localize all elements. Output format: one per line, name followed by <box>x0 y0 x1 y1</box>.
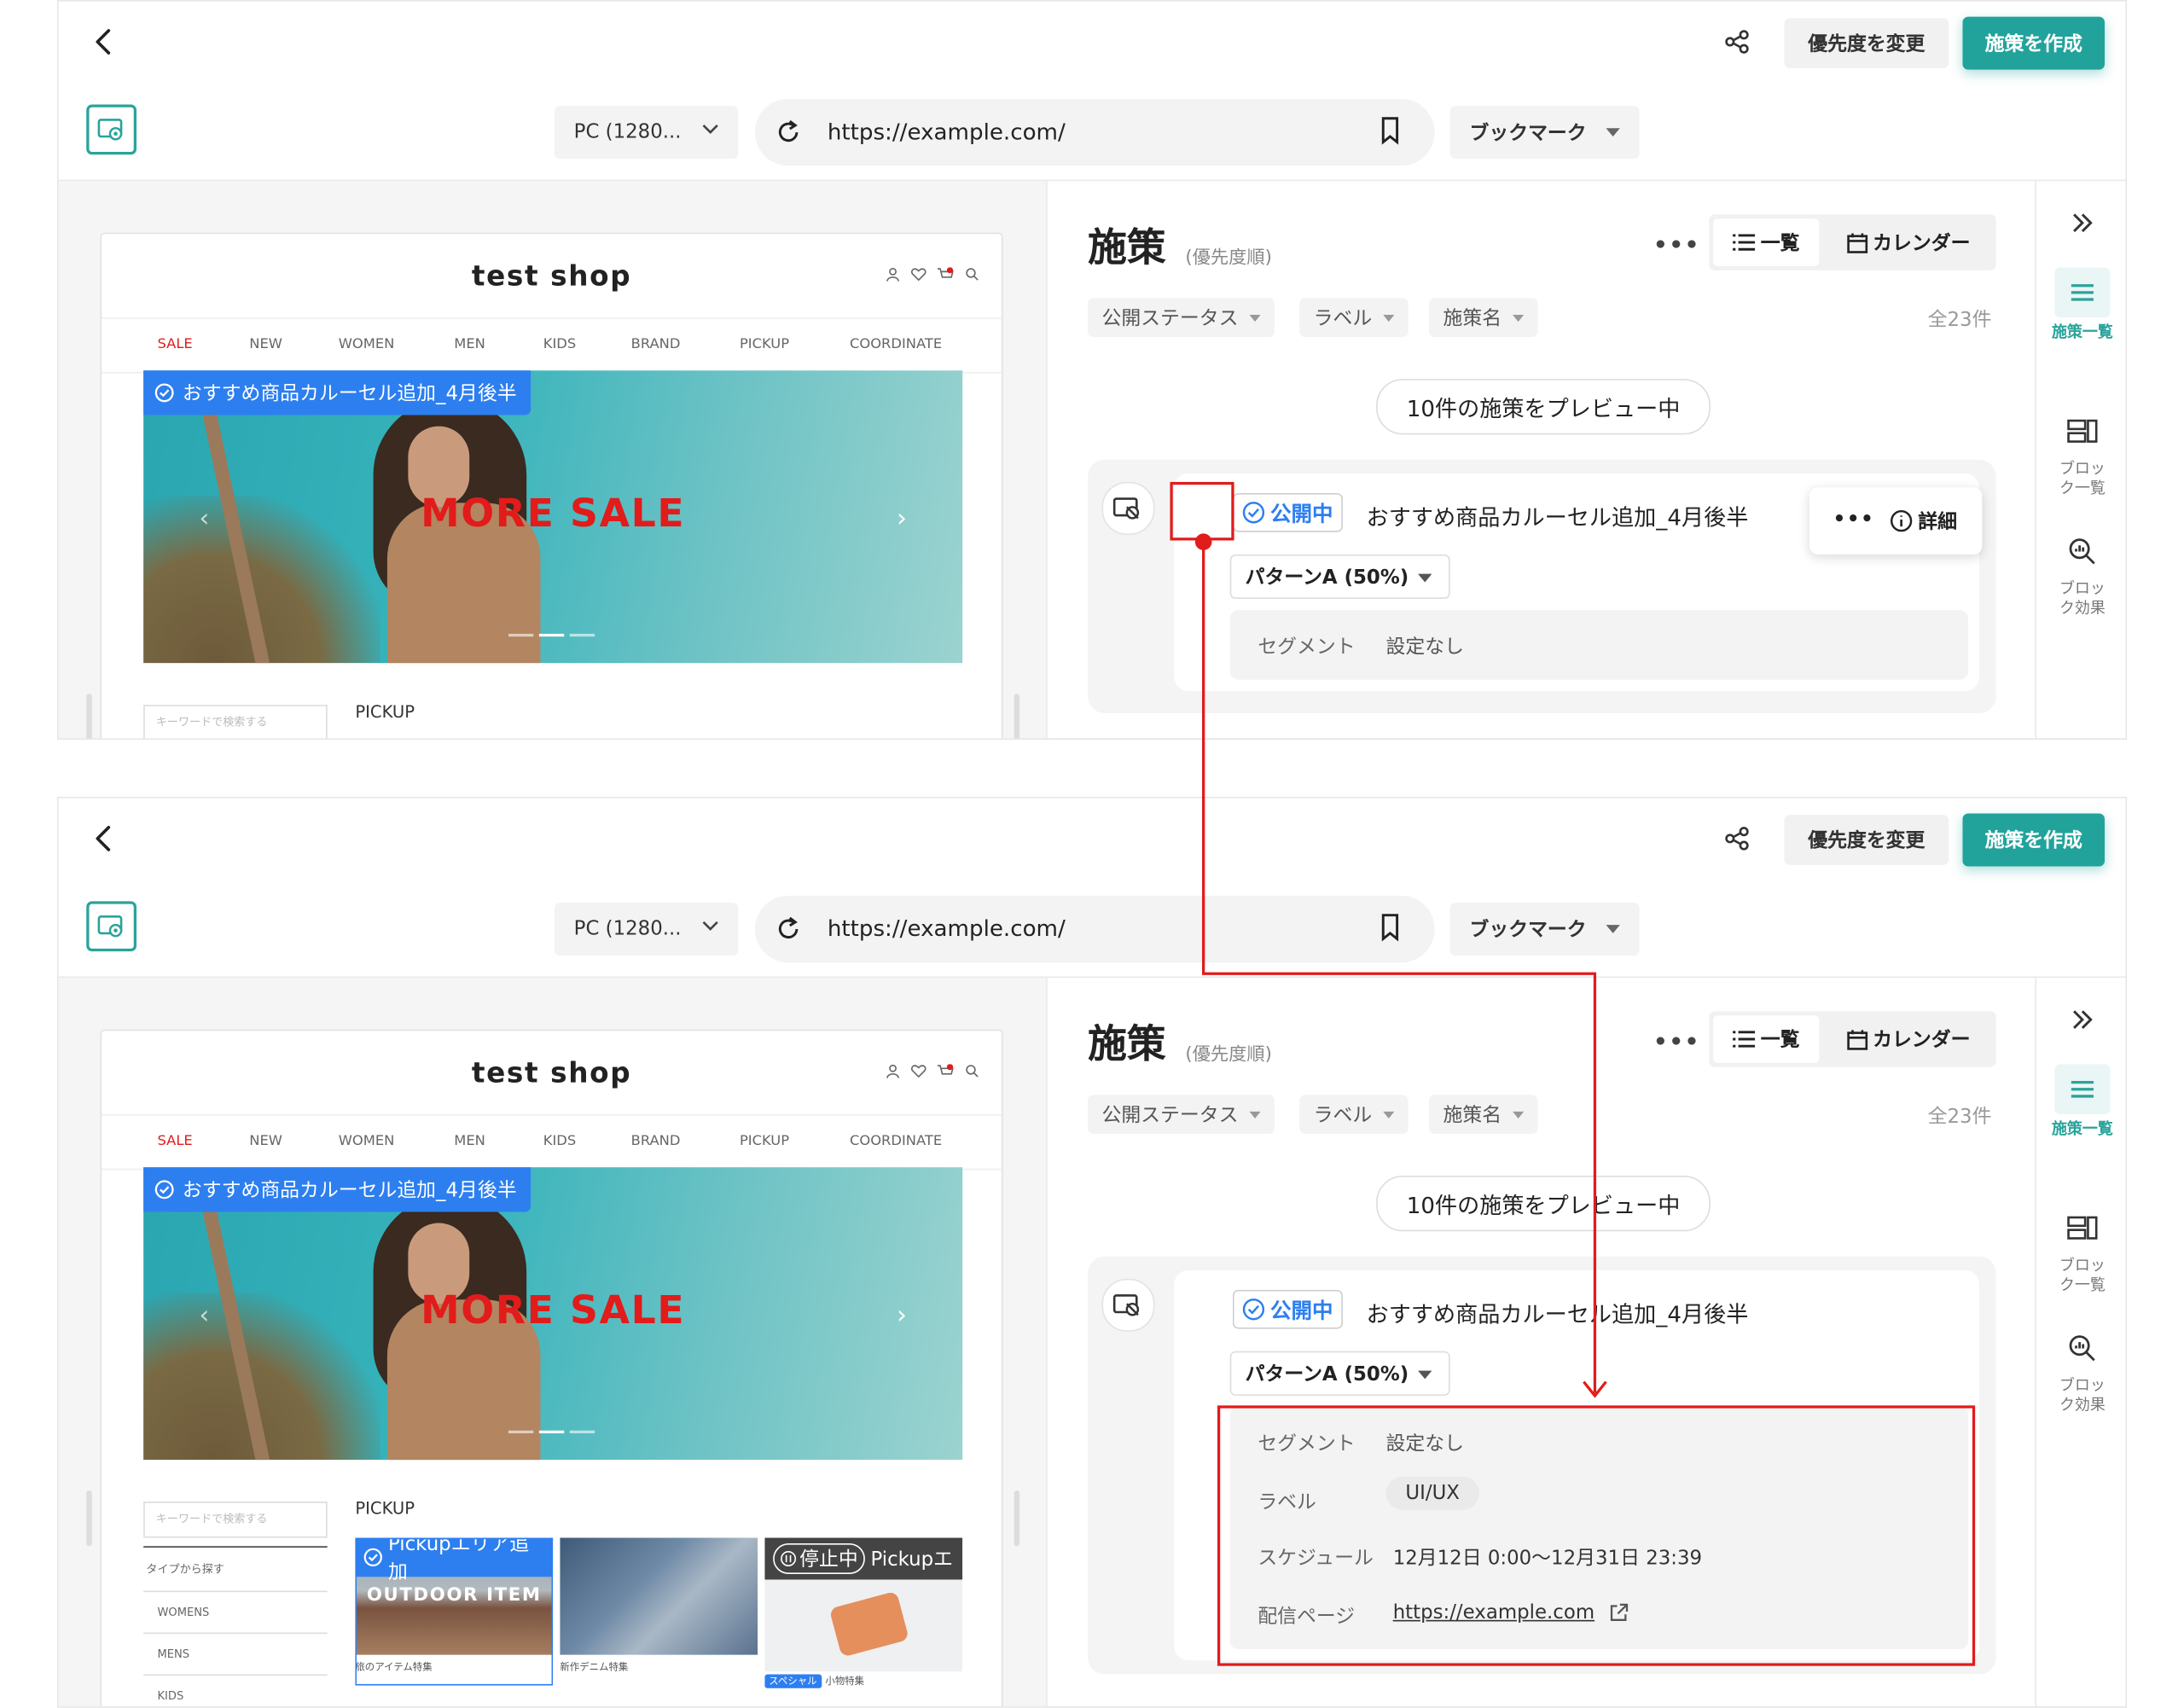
stage: 優先度を変更 施策を作成 PC (1280... https://example… <box>0 0 2184 1708</box>
annotation-arrow <box>1194 533 1607 1398</box>
